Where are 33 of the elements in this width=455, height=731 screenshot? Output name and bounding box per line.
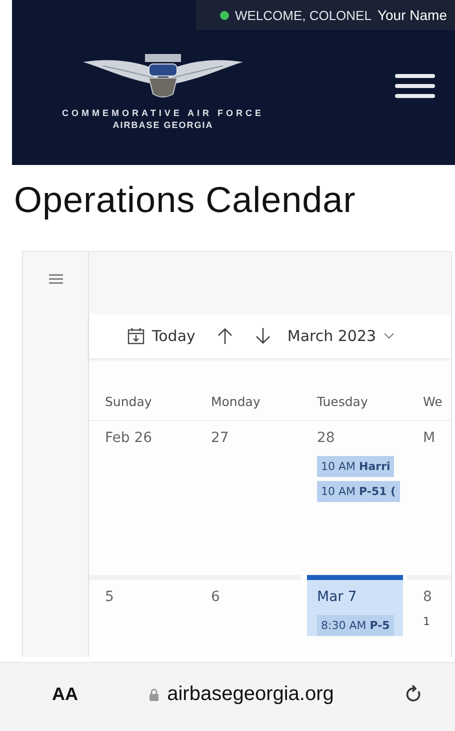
reload-icon[interactable]: [405, 684, 423, 704]
calendar-event[interactable]: 8:30 AM P-5: [317, 615, 394, 636]
page-title: Operations Calendar: [14, 179, 357, 221]
day-number: 6: [211, 589, 220, 605]
today-button[interactable]: Today: [127, 327, 196, 345]
up-arrow-icon[interactable]: [217, 327, 234, 345]
calendar-icon: [127, 327, 145, 345]
org-name: COMMEMORATIVE AIR FORCE: [62, 108, 264, 118]
weekday-header: Sunday: [104, 393, 153, 411]
url-text[interactable]: airbasegeorgia.org: [167, 682, 334, 706]
weekday-header: We: [422, 393, 444, 411]
day-number: 8: [423, 589, 432, 605]
org-subtitle: AIRBASE GEORGIA: [112, 120, 214, 130]
weekday-header: Tuesday: [316, 393, 369, 411]
day-number: Feb 26: [105, 430, 152, 446]
lock-icon: [149, 688, 160, 700]
text-size-button[interactable]: AA: [52, 684, 78, 704]
down-arrow-icon[interactable]: [255, 327, 272, 345]
month-dropdown[interactable]: March 2023: [287, 327, 394, 345]
calendar-event[interactable]: 1: [423, 615, 430, 628]
day-number: 28: [317, 430, 335, 446]
welcome-text: WELCOME, COLONEL: [234, 8, 372, 22]
day-number: 5: [105, 589, 114, 605]
chevron-down-icon: [384, 333, 394, 339]
weekday-header: Monday: [210, 393, 262, 411]
calendar-event[interactable]: 10 AM P-51 (: [317, 481, 400, 502]
calendar-event[interactable]: 10 AM Harri: [317, 456, 394, 477]
day-number: 27: [211, 430, 229, 446]
day-number: M: [423, 430, 436, 446]
user-name[interactable]: Your Name: [377, 7, 447, 23]
menu-icon[interactable]: [395, 74, 435, 98]
day-number: Mar 7: [317, 589, 357, 605]
today-cell[interactable]: Mar 7 8:30 AM P-5: [307, 575, 403, 636]
